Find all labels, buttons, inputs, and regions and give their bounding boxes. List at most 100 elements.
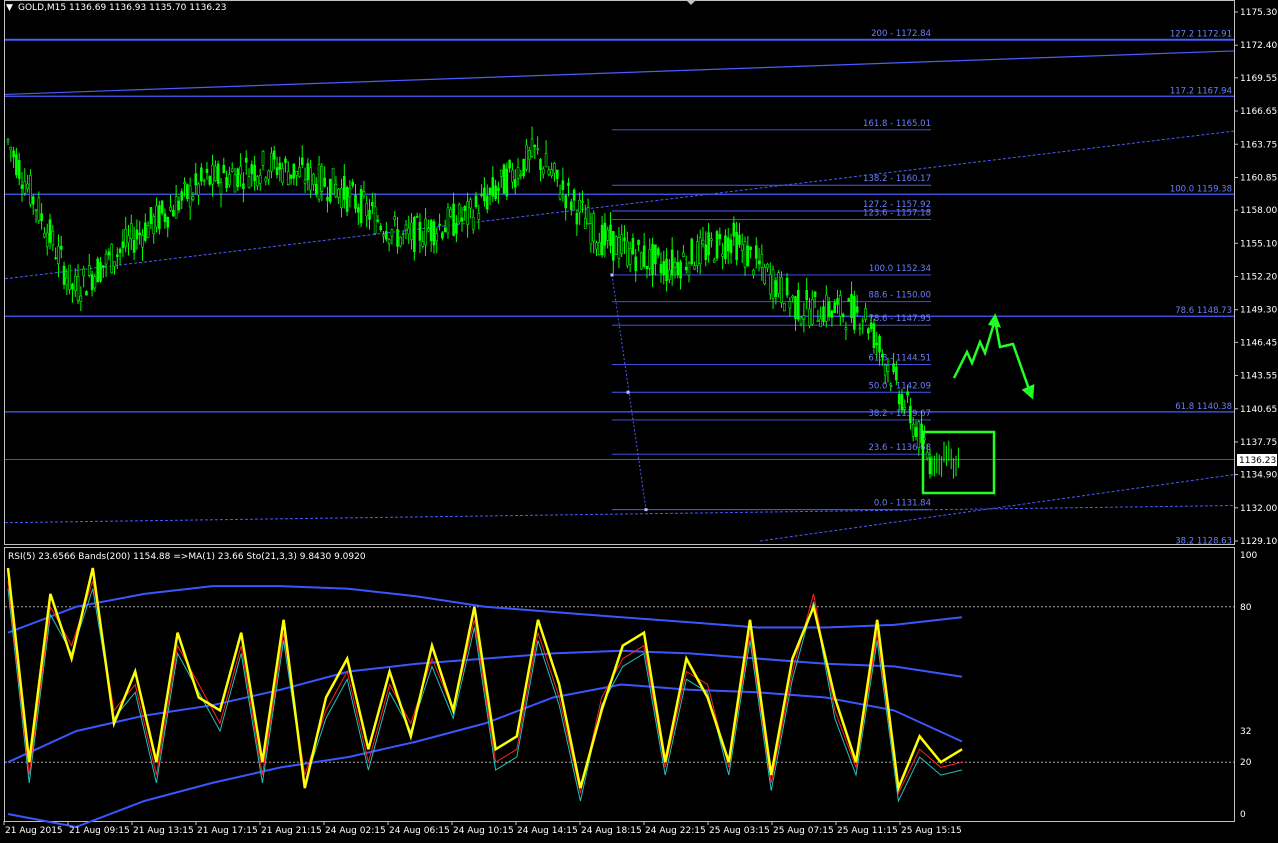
candle	[17, 152, 21, 186]
candle	[314, 177, 318, 198]
candle	[144, 213, 147, 243]
candle	[169, 194, 172, 212]
candle	[600, 215, 604, 258]
candle	[584, 204, 587, 229]
candle	[527, 146, 531, 173]
candle	[29, 169, 32, 208]
candle	[726, 227, 730, 264]
candle	[289, 174, 293, 185]
candle	[794, 295, 797, 331]
fib-label-left: 138.2 - 1160.17	[863, 174, 931, 184]
candle	[85, 290, 88, 296]
candle	[460, 206, 464, 232]
candle	[757, 248, 761, 272]
candle	[228, 166, 231, 188]
candle	[805, 277, 808, 310]
candle	[326, 186, 329, 213]
candle	[555, 169, 559, 187]
candle	[662, 250, 666, 285]
candle	[740, 233, 744, 264]
candle	[609, 211, 612, 254]
indicator-axis-label: 80	[1240, 603, 1252, 613]
indicator-axis-label: 32	[1240, 727, 1251, 737]
candle	[59, 235, 63, 259]
candle	[309, 159, 312, 199]
candle	[718, 227, 722, 246]
trend-line-dashed-bottom[interactable]	[759, 474, 1235, 542]
candle	[191, 191, 195, 202]
candle	[606, 226, 610, 249]
candle	[146, 221, 150, 238]
candle	[483, 177, 486, 207]
candle	[31, 194, 35, 215]
candle	[673, 257, 677, 279]
candle	[12, 146, 15, 168]
indicator-header: RSI(5) 23.6566 Bands(200) 1154.88 =>MA(1…	[8, 552, 366, 562]
candle	[334, 176, 338, 199]
time-axis-label: 25 Aug 07:15	[773, 826, 834, 836]
price-axis-label: 1155.10	[1240, 239, 1277, 249]
chart-canvas[interactable]: ▼ GOLD,M15 1136.69 1136.93 1135.70 1136.…	[0, 0, 1278, 843]
candle	[82, 265, 85, 288]
projection-arrow	[952, 313, 1035, 400]
trend-line-dashed-lower[interactable]	[4, 505, 1235, 524]
candle	[861, 317, 865, 335]
price-axis-label: 1134.90	[1240, 471, 1277, 481]
fib-label-left: 50.0 - 1142.09	[868, 381, 931, 391]
candle	[656, 246, 660, 259]
candle	[194, 162, 198, 195]
fib-anchor-point[interactable]	[626, 390, 630, 394]
candle	[281, 162, 284, 186]
collapse-arrow-icon[interactable]: ▼	[6, 3, 13, 13]
candle	[544, 140, 548, 168]
candle	[522, 158, 525, 179]
fib-label-left: 88.6 - 1150.00	[868, 291, 931, 301]
candle	[446, 202, 450, 239]
candle	[275, 156, 279, 179]
price-axis-label: 1152.20	[1240, 273, 1277, 283]
candle	[909, 397, 912, 430]
time-axis-label: 21 Aug 17:15	[197, 826, 258, 836]
candle	[777, 270, 780, 298]
fib-anchor-point[interactable]	[644, 508, 648, 512]
fib-label-left: 78.6 - 1147.95	[868, 314, 931, 324]
trend-line-upper[interactable]	[4, 50, 1235, 96]
candle	[107, 248, 111, 260]
candle	[96, 256, 99, 283]
candle	[558, 184, 562, 201]
candle	[65, 268, 69, 295]
candle	[654, 244, 657, 276]
candle	[754, 237, 758, 269]
candle	[830, 309, 834, 327]
candle	[768, 262, 772, 300]
candle	[626, 231, 629, 269]
candle	[54, 247, 57, 260]
candle	[463, 205, 467, 221]
candle	[519, 169, 523, 180]
time-axis-label: 25 Aug 11:15	[837, 826, 898, 836]
candle	[127, 224, 130, 256]
candle	[536, 136, 539, 155]
price-axis-label: 1166.65	[1240, 107, 1277, 117]
candle	[634, 248, 638, 282]
candle	[121, 229, 125, 257]
candle	[603, 213, 607, 258]
candle	[715, 229, 719, 261]
candle	[267, 169, 270, 185]
candle	[387, 238, 391, 252]
candle	[418, 213, 422, 254]
candle	[614, 235, 618, 255]
candle	[351, 178, 354, 189]
candle	[124, 216, 128, 253]
fib-label-left: 0.0 - 1131.84	[874, 499, 931, 509]
candle	[413, 215, 416, 261]
chart-shift-marker-icon[interactable]	[686, 0, 696, 5]
fib-anchor-point[interactable]	[610, 273, 614, 277]
candle	[149, 206, 153, 230]
candle	[704, 231, 708, 267]
candle	[250, 160, 254, 187]
candle	[780, 271, 783, 308]
fib-label-right: 38.2 1128.63	[1175, 536, 1232, 546]
price-axis-label: 1132.00	[1240, 504, 1277, 514]
indicator-axis-label: 20	[1240, 758, 1252, 768]
